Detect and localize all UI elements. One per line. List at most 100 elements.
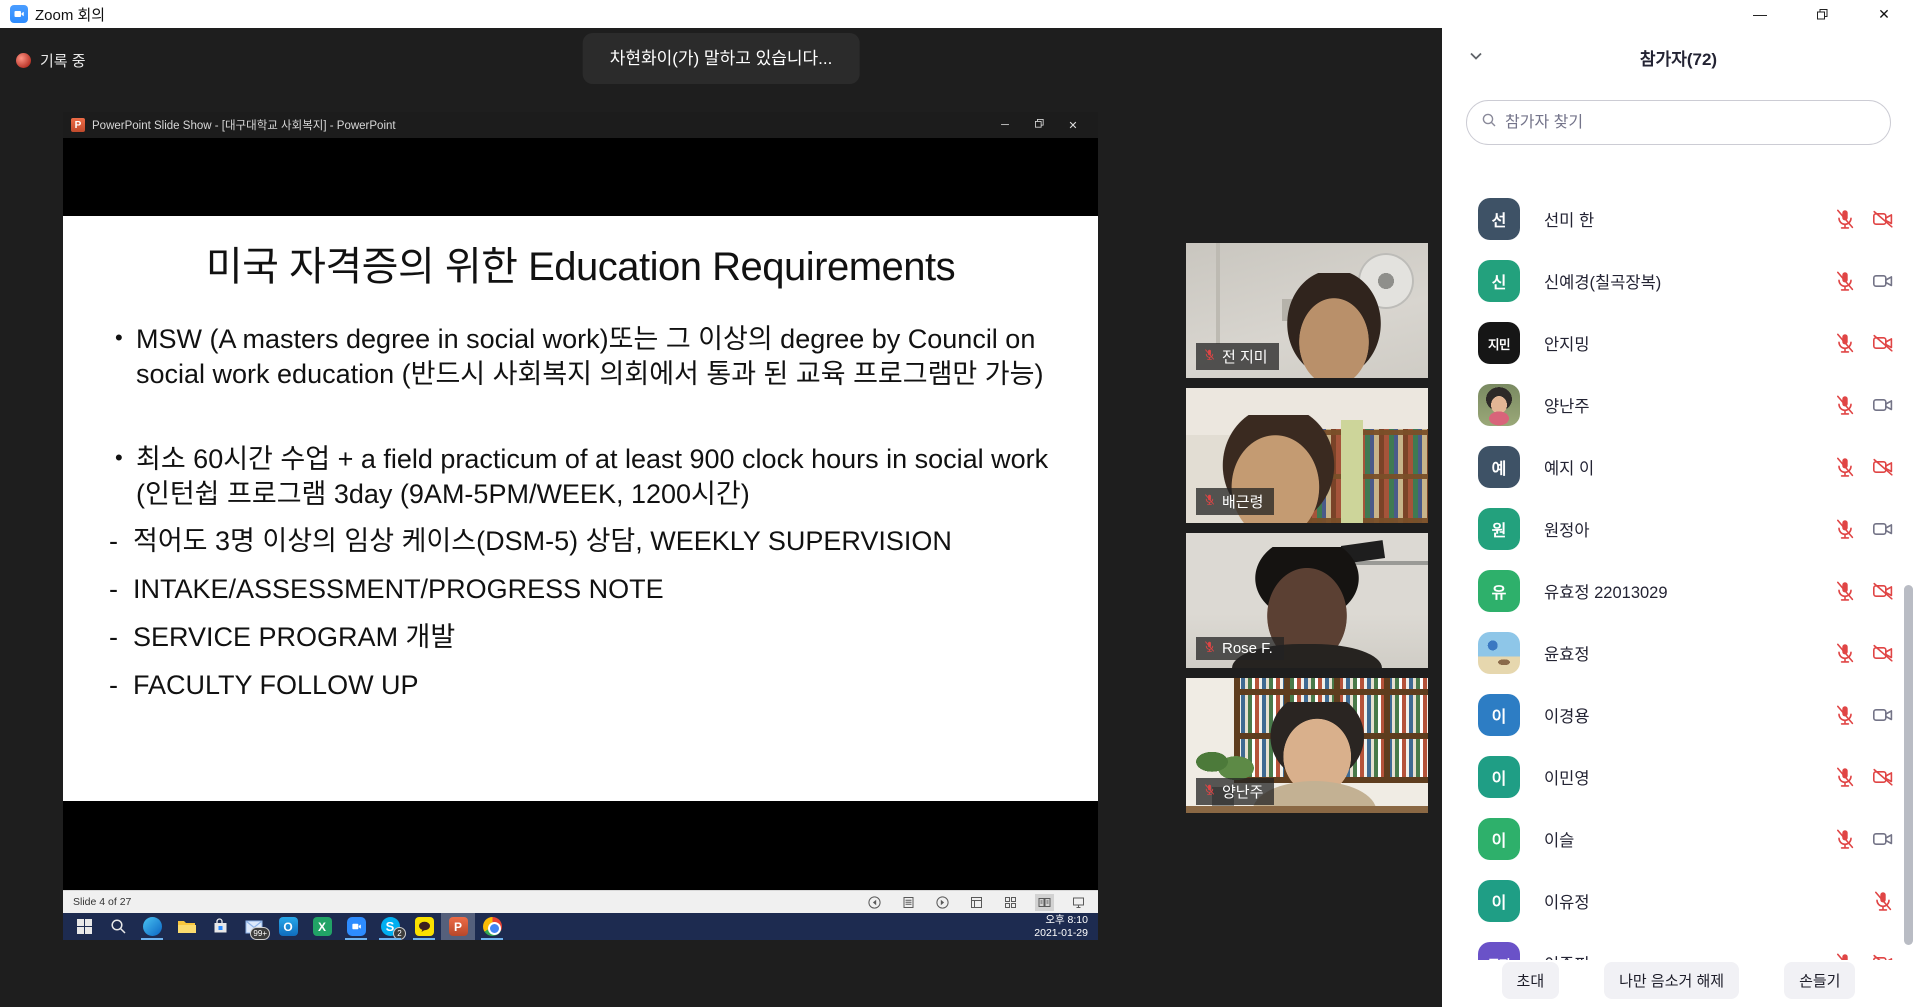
mic-muted-icon (1833, 703, 1857, 727)
participant-status-icons (1833, 207, 1915, 231)
participant-name: 윤효정 (1544, 641, 1590, 665)
participant-row[interactable]: 이이슬 (1442, 808, 1915, 870)
desk-edge (1186, 806, 1428, 813)
participant-row[interactable]: 이이유정 (1442, 870, 1915, 932)
search-input[interactable] (1505, 114, 1876, 132)
minimize-button[interactable]: — (1729, 0, 1791, 28)
next-slide-icon[interactable] (933, 894, 952, 911)
active-speaker-toast: 차현화이(가) 말하고 있습니다... (583, 33, 860, 84)
mic-muted-icon (1871, 889, 1895, 913)
mic-muted-icon (1833, 269, 1857, 293)
participant-name: 신예경(칠곡장복) (1544, 269, 1661, 293)
participant-name: 이경용 (1544, 703, 1590, 727)
taskbar-skype-icon[interactable]: S2 (373, 913, 407, 940)
window-controls: — ✕ (1729, 0, 1915, 28)
taskbar-chrome-icon[interactable] (475, 913, 509, 940)
participant-row[interactable]: 양난주 (1442, 374, 1915, 436)
restore-button[interactable] (1791, 0, 1853, 28)
taskbar-search-icon[interactable] (101, 913, 135, 940)
participant-row[interactable]: 지민안지밍 (1442, 312, 1915, 374)
participants-footer: 초대 나만 음소거 해제 손들기 (1442, 960, 1915, 1007)
participant-status-icons (1833, 393, 1915, 417)
meeting-content: 기록 중 차현화이(가) 말하고 있습니다... P PowerPoint Sl… (0, 28, 1915, 1007)
taskbar-outlook-icon[interactable]: O (271, 913, 305, 940)
ppt-close-button[interactable]: ✕ (1056, 119, 1090, 132)
taskbar-zoom-icon[interactable] (339, 913, 373, 940)
participant-row[interactable]: 이이경용 (1442, 684, 1915, 746)
unmute-myself-button[interactable]: 나만 음소거 해제 (1604, 962, 1739, 999)
avatar: 선 (1478, 198, 1520, 240)
recording-indicator[interactable]: 기록 중 (16, 50, 86, 71)
avatar: 이 (1478, 818, 1520, 860)
mic-muted-icon (1203, 493, 1216, 510)
camera-off-icon (1871, 765, 1895, 789)
participant-status-icons (1833, 641, 1915, 665)
previous-slide-icon[interactable] (865, 894, 884, 911)
participant-row[interactable]: 선 선미 한 (1442, 188, 1915, 250)
running-indicator (141, 938, 163, 940)
taskbar-excel-icon[interactable]: X (305, 913, 339, 940)
notes-icon[interactable] (899, 894, 918, 911)
participant-name: 이유정 (1544, 889, 1590, 913)
video-tile[interactable]: 전 지미 (1186, 243, 1428, 378)
participant-row[interactable]: 윤효정 (1442, 622, 1915, 684)
ppt-restore-button[interactable] (1022, 119, 1056, 132)
bullet-mark: • (115, 320, 123, 355)
close-button[interactable]: ✕ (1853, 0, 1915, 28)
video-tile[interactable]: Rose F. (1186, 533, 1428, 668)
participant-row[interactable]: 원원정아 (1442, 498, 1915, 560)
chevron-down-icon[interactable] (1468, 48, 1484, 69)
avatar: 종피 (1478, 942, 1520, 960)
ppt-minimize-button[interactable]: ─ (988, 119, 1022, 132)
zoom-logo-icon (10, 5, 28, 23)
taskbar-start-icon[interactable] (67, 913, 101, 940)
taskbar-kakaotalk-icon[interactable] (407, 913, 441, 940)
slide-letterbox-top (63, 138, 1098, 216)
camera-off-icon (1871, 331, 1895, 355)
slide-bullet: •최소 60시간 수업 + a field practicum of at le… (109, 442, 1052, 512)
participant-list: 선 선미 한신신예경(칠곡장복)지민안지밍양난주예 예지 이원원정아유유효정 220… (1442, 188, 1915, 960)
video-tile[interactable]: 배근령 (1186, 388, 1428, 523)
slide-sorter-icon[interactable] (1001, 894, 1020, 911)
running-indicator (379, 938, 401, 940)
taskbar-edge-icon[interactable] (135, 913, 169, 940)
avatar: 예 (1478, 446, 1520, 488)
raise-hand-button[interactable]: 손들기 (1784, 962, 1855, 999)
invite-button[interactable]: 초대 (1502, 962, 1560, 999)
participant-status-icons (1833, 765, 1915, 789)
running-indicator (481, 938, 503, 940)
taskbar-icon-strip: 99+OX S2 P (67, 913, 509, 940)
participant-status-icons (1833, 455, 1915, 479)
participant-name: 예지 이 (1544, 455, 1594, 479)
normal-view-icon[interactable] (967, 894, 986, 911)
window-title: Zoom 회의 (35, 4, 105, 25)
participant-row[interactable]: 신신예경(칠곡장복) (1442, 250, 1915, 312)
slide-bullet: •MSW (A masters degree in social work)또는… (109, 322, 1052, 392)
shared-screen-stage: 기록 중 차현화이(가) 말하고 있습니다... P PowerPoint Sl… (0, 28, 1442, 1007)
avatar (1478, 632, 1520, 674)
dash-text: 적어도 3명 이상의 임상 케이스(DSM-5) 상담, WEEKLY SUPE… (133, 526, 952, 556)
participant-row[interactable]: 종피이종피 (1442, 932, 1915, 960)
participant-row[interactable]: 유유효정 22013029 (1442, 560, 1915, 622)
mic-muted-icon (1833, 207, 1857, 231)
taskbar-clock[interactable]: 오후 8:10 2021-01-29 (1034, 914, 1098, 939)
taskbar-file-explorer-icon[interactable] (169, 913, 203, 940)
scrollbar-thumb[interactable] (1904, 585, 1913, 945)
participant-name: 선미 한 (1544, 207, 1594, 231)
taskbar-mail-icon[interactable]: 99+ (237, 913, 271, 940)
slide-sub-item: -FACULTY FOLLOW UP (109, 668, 1052, 703)
taskbar-powerpoint-icon[interactable]: P (441, 913, 475, 940)
participant-row[interactable]: 이이민영 (1442, 746, 1915, 808)
taskbar-store-icon[interactable] (203, 913, 237, 940)
reading-view-icon[interactable] (1035, 894, 1054, 911)
participant-name: 유효정 22013029 (1544, 579, 1668, 603)
participant-name: 안지밍 (1544, 331, 1590, 355)
statusbar-icons (865, 894, 1088, 911)
video-tile[interactable]: 양난주 (1186, 678, 1428, 813)
participant-status-icons (1833, 331, 1915, 355)
camera-off-icon (1871, 455, 1895, 479)
slideshow-icon[interactable] (1069, 894, 1088, 911)
participant-row[interactable]: 예 예지 이 (1442, 436, 1915, 498)
recording-dot-icon (16, 53, 31, 68)
slide-sub-item: -SERVICE PROGRAM 개발 (109, 620, 1052, 655)
